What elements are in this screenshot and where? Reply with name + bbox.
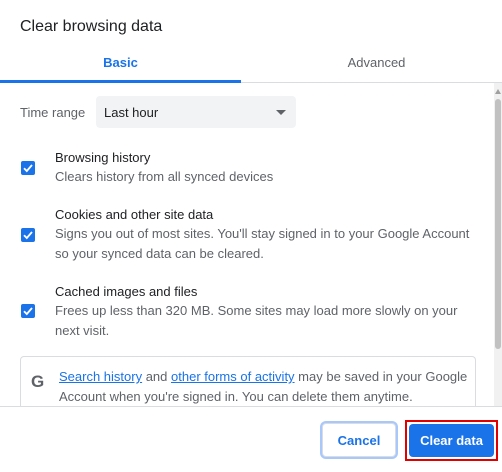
scrollbar-thumb[interactable] bbox=[495, 99, 501, 349]
cancel-button[interactable]: Cancel bbox=[322, 423, 396, 457]
info-text: Search history and other forms of activi… bbox=[59, 367, 471, 406]
option-description: Signs you out of most sites. You'll stay… bbox=[55, 226, 470, 261]
option-description: Clears history from all synced devices bbox=[55, 169, 274, 184]
checkmark-icon bbox=[23, 231, 33, 240]
tab-advanced[interactable]: Advanced bbox=[251, 44, 502, 82]
option-description: Frees up less than 320 MB. Some sites ma… bbox=[55, 303, 458, 338]
checkmark-icon bbox=[23, 307, 33, 316]
dialog-title: Clear browsing data bbox=[20, 18, 163, 35]
other-activity-link[interactable]: other forms of activity bbox=[171, 369, 295, 384]
dialog-footer: Cancel Clear data bbox=[0, 406, 502, 472]
tab-bar: Basic Advanced bbox=[0, 44, 502, 83]
scroll-up-arrow-icon[interactable] bbox=[495, 89, 501, 94]
google-g-icon: G bbox=[31, 372, 45, 391]
info-and: and bbox=[142, 369, 172, 384]
option-label: Cached images and files bbox=[55, 284, 198, 299]
cookies-checkbox[interactable] bbox=[21, 228, 35, 242]
scrollbar[interactable] bbox=[494, 83, 502, 406]
cached-images-checkbox[interactable] bbox=[21, 304, 35, 318]
dropdown-arrow-icon bbox=[276, 110, 286, 115]
time-range-value: Last hour bbox=[104, 105, 159, 120]
checkmark-icon bbox=[23, 164, 33, 173]
browsing-history-checkbox[interactable] bbox=[21, 161, 35, 175]
content-scroll-area[interactable]: Time range Last hour Browsing history Cl… bbox=[0, 83, 502, 406]
option-label: Browsing history bbox=[55, 150, 151, 165]
time-range-label: Time range bbox=[20, 105, 86, 120]
clear-data-button[interactable]: Clear data bbox=[409, 424, 494, 457]
time-range-select[interactable]: Last hour bbox=[96, 96, 296, 128]
google-account-info-box: G Search history and other forms of acti… bbox=[20, 356, 476, 406]
option-label: Cookies and other site data bbox=[55, 207, 214, 222]
tab-basic[interactable]: Basic bbox=[0, 44, 241, 82]
search-history-link[interactable]: Search history bbox=[59, 369, 142, 384]
